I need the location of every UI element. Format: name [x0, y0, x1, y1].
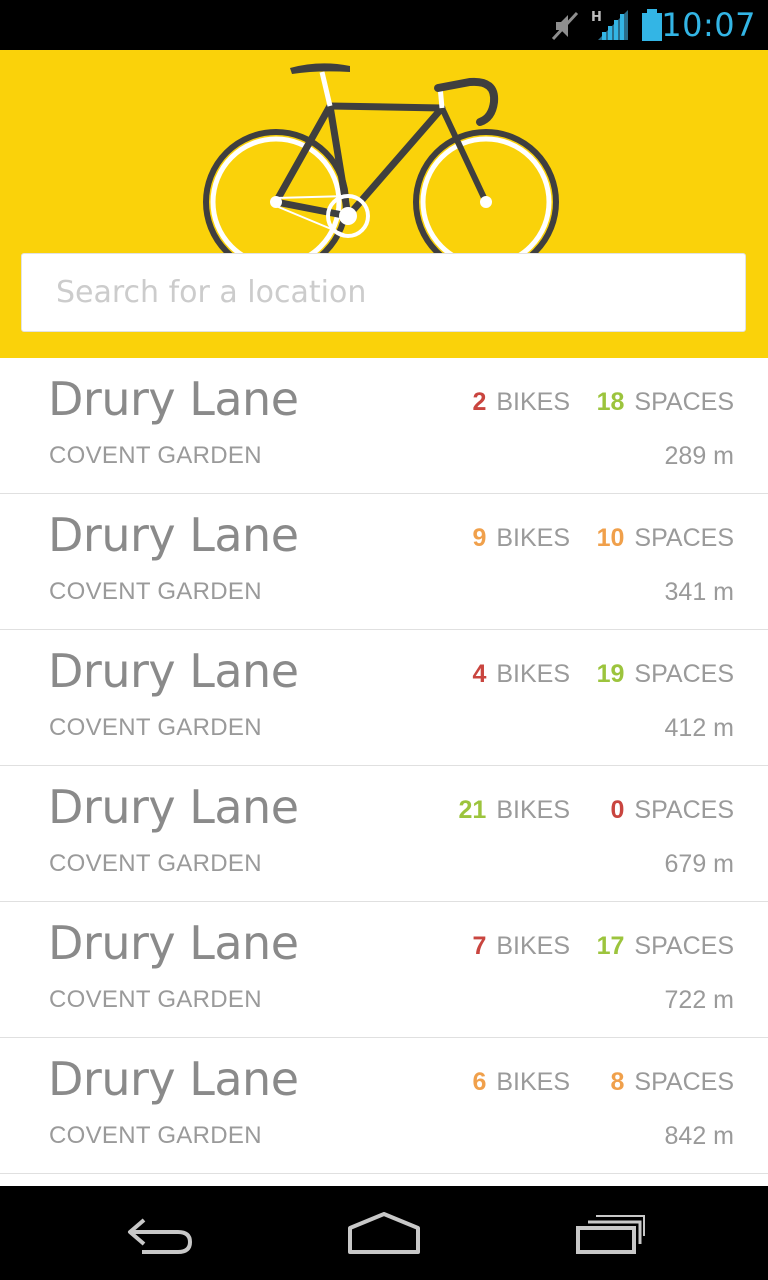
spaces-label: SPACES — [634, 388, 734, 416]
status-bar: H 10:07 — [0, 0, 768, 50]
spaces-number: 17 — [596, 932, 625, 960]
station-distance: 842 m — [664, 1122, 734, 1150]
list-item[interactable]: Drury Lane COVENT GARDEN 9 BIKES 10 SPACES… — [0, 494, 768, 630]
spaces-label: SPACES — [634, 1068, 734, 1096]
bicycle-icon — [203, 63, 559, 254]
bikes-label: BIKES — [496, 660, 570, 688]
station-name: Drury Lane — [48, 508, 299, 562]
spaces-count: 10 SPACES — [597, 524, 734, 553]
bikes-count: 21 BIKES — [459, 796, 570, 825]
spaces-count: 0 SPACES — [611, 796, 734, 825]
spaces-label: SPACES — [634, 524, 734, 552]
list-item[interactable]: Drury Lane COVENT GARDEN 2 BIKES 18 SPACES… — [0, 358, 768, 494]
spaces-count: 18 SPACES — [597, 388, 734, 417]
bikes-number: 7 — [472, 932, 487, 960]
mute-icon — [551, 11, 579, 41]
list-item[interactable]: Drury Lane COVENT GARDEN 4 BIKES 19 SPACES… — [0, 630, 768, 766]
bikes-count: 6 BIKES — [472, 1068, 570, 1097]
station-name: Drury Lane — [48, 372, 299, 426]
bikes-number: 6 — [472, 1068, 487, 1096]
signal-icon: H — [590, 8, 630, 42]
station-distance: 412 m — [664, 714, 734, 742]
network-type-label: H — [591, 10, 602, 25]
bikes-count: 4 BIKES — [472, 660, 570, 689]
spaces-number: 10 — [596, 524, 625, 552]
navigation-bar — [0, 1186, 768, 1280]
bikes-label: BIKES — [496, 388, 570, 416]
back-icon[interactable] — [124, 1212, 196, 1256]
list-item[interactable]: Drury Lane COVENT GARDEN 21 BIKES 0 SPACES… — [0, 766, 768, 902]
spaces-number: 0 — [610, 796, 625, 824]
bikes-number: 9 — [472, 524, 487, 552]
station-name: Drury Lane — [48, 916, 299, 970]
bikes-count: 9 BIKES — [472, 524, 570, 553]
spaces-label: SPACES — [634, 932, 734, 960]
spaces-count: 8 SPACES — [611, 1068, 734, 1097]
station-distance: 341 m — [664, 578, 734, 606]
station-name: Drury Lane — [48, 644, 299, 698]
bikes-label: BIKES — [496, 932, 570, 960]
station-area: COVENT GARDEN — [49, 986, 262, 1013]
header — [0, 50, 768, 358]
station-area: COVENT GARDEN — [49, 578, 262, 605]
spaces-count: 19 SPACES — [597, 660, 734, 689]
spaces-number: 8 — [610, 1068, 625, 1096]
station-name: Drury Lane — [48, 780, 299, 834]
station-list[interactable]: Drury Lane COVENT GARDEN 2 BIKES 18 SPACES… — [0, 358, 768, 1174]
recent-apps-icon[interactable] — [574, 1212, 646, 1256]
status-time: 10:07 — [661, 6, 756, 44]
home-icon[interactable] — [346, 1212, 422, 1256]
bikes-label: BIKES — [496, 1068, 570, 1096]
list-item[interactable]: Drury Lane COVENT GARDEN 6 BIKES 8 SPACES … — [0, 1038, 768, 1174]
bikes-number: 21 — [458, 796, 487, 824]
station-distance: 679 m — [664, 850, 734, 878]
spaces-label: SPACES — [634, 660, 734, 688]
bikes-label: BIKES — [496, 524, 570, 552]
spaces-label: SPACES — [634, 796, 734, 824]
station-distance: 722 m — [664, 986, 734, 1014]
bikes-count: 7 BIKES — [472, 932, 570, 961]
bikes-count: 2 BIKES — [472, 388, 570, 417]
spaces-number: 19 — [596, 660, 625, 688]
station-area: COVENT GARDEN — [49, 442, 262, 469]
station-area: COVENT GARDEN — [49, 714, 262, 741]
bikes-label: BIKES — [496, 796, 570, 824]
list-item[interactable]: Drury Lane COVENT GARDEN 7 BIKES 17 SPACES… — [0, 902, 768, 1038]
station-area: COVENT GARDEN — [49, 1122, 262, 1149]
spaces-count: 17 SPACES — [597, 932, 734, 961]
search-input[interactable] — [21, 253, 746, 332]
bikes-number: 4 — [472, 660, 487, 688]
station-distance: 289 m — [664, 442, 734, 470]
spaces-number: 18 — [596, 388, 625, 416]
station-area: COVENT GARDEN — [49, 850, 262, 877]
bikes-number: 2 — [472, 388, 487, 416]
station-name: Drury Lane — [48, 1052, 299, 1106]
